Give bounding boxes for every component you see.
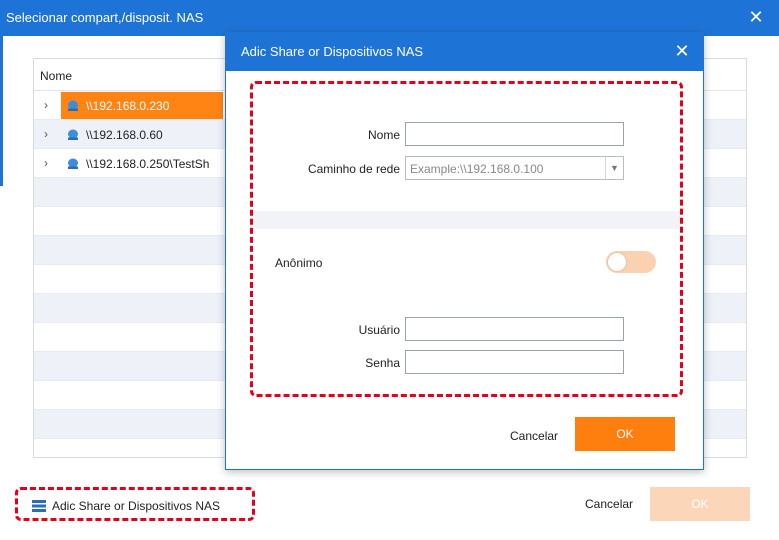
outer-ok-button[interactable]: OK [650,487,750,521]
chevron-right-icon[interactable]: › [44,127,56,141]
close-icon[interactable]: ✕ [673,42,691,60]
dialog-title-bar: Adic Share or Dispositivos NAS ✕ [226,33,703,71]
close-icon[interactable]: ✕ [747,8,765,26]
name-field[interactable] [405,122,624,146]
username-label: Usuário [358,323,400,337]
outer-title-bar: Selecionar compart,/disposit. NAS ✕ [0,0,779,36]
network-path-placeholder: Example:\\192.168.0.100 [410,162,544,176]
chevron-down-icon[interactable]: ▼ [605,157,623,179]
password-label: Senha [365,356,400,370]
column-header-nome: Nome [40,69,73,83]
add-share-highlight: Adic Share or Dispositivos NAS [15,487,255,521]
list-item-label: \\192.168.0.60 [86,128,163,142]
dialog-ok-button[interactable]: OK [575,417,675,451]
add-share-button[interactable]: Adic Share or Dispositivos NAS [32,499,220,513]
chevron-right-icon[interactable]: › [44,156,56,170]
anonymous-toggle[interactable] [606,251,656,273]
list-item-cell[interactable]: \\192.168.0.250\TestSh [61,150,223,177]
network-path-label: Caminho de rede [307,162,400,176]
section-divider [250,211,682,229]
network-drive-icon [68,129,78,140]
network-drive-icon [68,100,78,111]
name-label: Nome [367,128,400,142]
list-item-label: \\192.168.0.250\TestSh [86,157,210,171]
list-item-cell[interactable]: \\192.168.0.230 [61,92,223,119]
anonymous-label: Anônimo [275,256,323,270]
chevron-right-icon[interactable]: › [44,98,56,112]
toggle-knob [608,253,626,271]
username-field[interactable] [405,317,624,341]
server-icon [32,500,46,512]
list-item-cell[interactable]: \\192.168.0.60 [61,121,223,148]
outer-window-edge [0,36,3,186]
dialog-title: Adic Share or Dispositivos NAS [241,44,424,59]
outer-cancel-button[interactable]: Cancelar [585,497,633,511]
add-share-dialog: Adic Share or Dispositivos NAS ✕ Nome Ca… [225,32,704,470]
add-share-label: Adic Share or Dispositivos NAS [52,499,221,513]
network-path-combo[interactable]: Example:\\192.168.0.100 ▼ [405,156,624,180]
network-drive-icon [68,158,78,169]
password-field[interactable] [405,350,624,374]
outer-window-title: Selecionar compart,/disposit. NAS [6,10,204,25]
dialog-cancel-button[interactable]: Cancelar [510,429,558,443]
list-item-label: \\192.168.0.230 [86,99,170,113]
connection-section [250,81,682,211]
